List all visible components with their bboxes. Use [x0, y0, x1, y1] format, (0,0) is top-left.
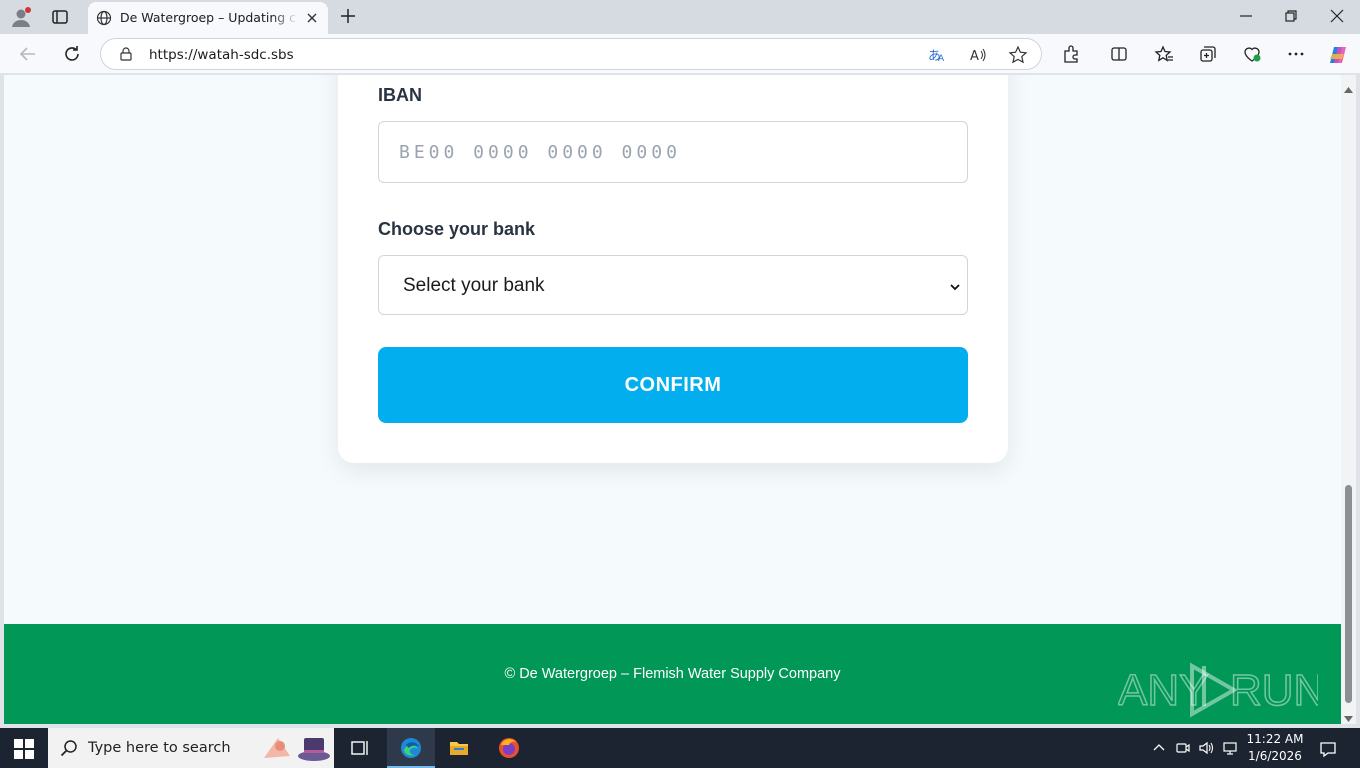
- edge-taskbar-icon[interactable]: [387, 728, 435, 768]
- form-card: IBAN BE00 0000 0000 0000 Choose your ban…: [338, 75, 1008, 463]
- iban-input[interactable]: BE00 0000 0000 0000: [378, 121, 968, 183]
- taskbar-clock[interactable]: 11:22 AM 1/6/2026: [1240, 731, 1310, 765]
- globe-icon: [96, 10, 112, 26]
- copilot-icon[interactable]: [1327, 44, 1347, 64]
- read-aloud-icon[interactable]: A: [968, 45, 988, 65]
- network-icon[interactable]: [1222, 740, 1238, 756]
- windows-taskbar: Type here to search 11:22 AM 1/6/2026: [0, 728, 1360, 768]
- windows-start-icon[interactable]: [14, 739, 34, 759]
- search-icon: [60, 739, 78, 757]
- extensions-icon[interactable]: [1061, 44, 1081, 64]
- scroll-up-icon[interactable]: [1344, 81, 1353, 93]
- favorite-star-icon[interactable]: [1008, 45, 1028, 65]
- favorites-icon[interactable]: [1154, 44, 1174, 64]
- chevron-up-icon[interactable]: [1151, 740, 1167, 756]
- iban-label: IBAN: [378, 85, 422, 105]
- split-screen-icon[interactable]: [1109, 44, 1129, 64]
- active-tab[interactable]: De Watergroep – Updating customer: [88, 2, 328, 34]
- clock-time: 11:22 AM: [1246, 732, 1304, 746]
- volume-icon[interactable]: [1198, 740, 1214, 756]
- svg-text:A: A: [970, 49, 979, 64]
- svg-text:RUN: RUN: [1230, 666, 1318, 715]
- close-window-icon[interactable]: [1327, 6, 1347, 26]
- browser-essentials-icon[interactable]: [1242, 44, 1262, 64]
- scroll-down-icon[interactable]: [1344, 710, 1353, 722]
- bank-label: Choose your bank: [378, 219, 536, 239]
- lock-icon[interactable]: [118, 46, 134, 62]
- address-bar[interactable]: https://watah-sdc.sbs あA A: [100, 38, 1042, 70]
- address-toolbar: https://watah-sdc.sbs あA A: [0, 34, 1360, 74]
- more-options-icon[interactable]: [1286, 44, 1306, 64]
- page-scrollbar[interactable]: [1341, 75, 1356, 724]
- search-placeholder: Type here to search: [88, 740, 231, 756]
- notifications-icon[interactable]: [1318, 739, 1338, 759]
- tab-actions-icon[interactable]: [50, 7, 70, 27]
- scrollbar-thumb[interactable]: [1345, 485, 1352, 703]
- search-highlight-illustration-icon: [260, 732, 332, 764]
- tab-strip: De Watergroep – Updating customer: [0, 0, 1360, 34]
- back-icon[interactable]: [17, 43, 39, 65]
- translate-icon[interactable]: あA: [927, 45, 947, 65]
- bank-select[interactable]: Select your bank: [378, 255, 968, 315]
- page-viewport: IBAN BE00 0000 0000 0000 Choose your ban…: [4, 75, 1341, 724]
- site-footer: © De Watergroep – Flemish Water Supply C…: [4, 624, 1341, 724]
- minimize-icon[interactable]: [1236, 6, 1256, 26]
- meet-now-icon[interactable]: [1175, 740, 1191, 756]
- collections-icon[interactable]: [1198, 44, 1218, 64]
- iban-placeholder: BE00 0000 0000 0000: [399, 142, 681, 163]
- bank-select-value: Select your bank: [403, 275, 545, 296]
- file-explorer-icon[interactable]: [435, 728, 483, 768]
- restore-icon[interactable]: [1281, 6, 1301, 26]
- new-tab-icon[interactable]: [338, 6, 358, 26]
- task-view-icon[interactable]: [336, 728, 384, 768]
- svg-text:ANY: ANY: [1118, 666, 1208, 715]
- clock-date: 1/6/2026: [1248, 749, 1302, 763]
- anyrun-watermark-logo: ANY RUN: [1117, 658, 1326, 718]
- url-text[interactable]: https://watah-sdc.sbs: [149, 47, 294, 63]
- svg-text:A: A: [938, 54, 945, 64]
- profile-avatar-icon[interactable]: [10, 6, 32, 28]
- taskbar-search-box[interactable]: Type here to search: [48, 728, 334, 768]
- tab-title: De Watergroep – Updating customer: [120, 10, 298, 25]
- firefox-icon[interactable]: [485, 728, 533, 768]
- confirm-button[interactable]: CONFIRM: [378, 347, 968, 423]
- refresh-icon[interactable]: [61, 43, 83, 65]
- chevron-down-icon: [949, 280, 961, 292]
- close-tab-icon[interactable]: [304, 10, 320, 26]
